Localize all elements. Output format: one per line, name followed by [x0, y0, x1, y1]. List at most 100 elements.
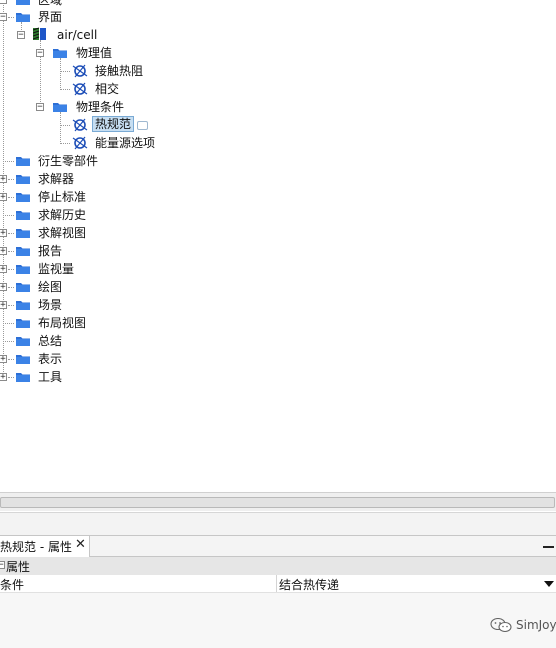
tree-guide-line	[3, 215, 14, 216]
tree-guide-line	[3, 161, 14, 162]
tree-guide-line	[8, 179, 14, 180]
tree-item-derived-parts[interactable]: 衍生零部件	[0, 152, 556, 170]
collapse-toggle[interactable]: −	[36, 103, 44, 112]
tree-item-solution-history[interactable]: 求解历史	[0, 206, 556, 224]
expand-toggle[interactable]: +	[0, 283, 7, 292]
tree-label: 报告	[38, 244, 63, 258]
tree-item-scenes[interactable]: + 场景	[0, 296, 556, 314]
tree-item-interface[interactable]: − 界面	[0, 8, 556, 26]
tree-label: 接触热阻	[95, 64, 144, 78]
tree-item-monitors[interactable]: + 监视量	[0, 260, 556, 278]
properties-empty-area	[0, 593, 556, 648]
tree-guide-line	[8, 17, 14, 18]
tree-item-reports[interactable]: + 报告	[0, 242, 556, 260]
property-value-select[interactable]: 结合热传递	[279, 576, 339, 593]
tree-item-plots[interactable]: + 绘图	[0, 278, 556, 296]
tree-label: 热规范	[92, 116, 135, 132]
collapse-toggle[interactable]: −	[0, 13, 7, 22]
close-icon[interactable]: ✕	[75, 537, 86, 552]
tree-item-summary[interactable]: 总结	[0, 332, 556, 350]
folder-icon	[16, 0, 30, 5]
folder-icon	[16, 265, 30, 274]
tree-item-thermal-spec[interactable]: 热规范	[0, 116, 556, 134]
folder-icon	[16, 373, 30, 382]
collapse-toggle[interactable]: −	[17, 31, 25, 40]
watermark: SimJoy	[490, 616, 556, 634]
tree-item-physics-values[interactable]: − 物理值	[0, 44, 556, 62]
tree-label: 表示	[38, 352, 63, 366]
tree-guide-line	[3, 323, 14, 324]
expand-toggle[interactable]: +	[0, 247, 7, 256]
folder-icon	[16, 157, 30, 166]
panel-splitter[interactable]	[0, 512, 556, 536]
expand-toggle[interactable]: +	[0, 229, 7, 238]
tree-item-stopping-criteria[interactable]: + 停止标准	[0, 188, 556, 206]
expand-toggle[interactable]: +	[0, 373, 7, 382]
folder-icon	[53, 103, 67, 112]
simulation-tree: − 区域 − 界面 − air/cell − 物理值 接触热阻 相交 − 物理条…	[0, 0, 556, 490]
interface-icon	[33, 27, 46, 40]
expand-toggle[interactable]: +	[0, 265, 7, 274]
folder-icon	[16, 175, 30, 184]
folder-icon	[16, 301, 30, 310]
tree-label: 界面	[38, 10, 63, 24]
folder-icon	[16, 355, 30, 364]
collapse-toggle[interactable]: −	[36, 49, 44, 58]
tree-item-representations[interactable]: + 表示	[0, 350, 556, 368]
properties-panel: 热规范 - 属性 ✕ − 属性 条件 结合热传递	[0, 536, 556, 648]
horizontal-scrollbar[interactable]	[0, 492, 556, 511]
properties-section-header[interactable]: − 属性	[0, 557, 556, 576]
physics-value-icon	[72, 64, 88, 78]
tree-label: 物理值	[76, 46, 113, 60]
expand-toggle[interactable]: +	[0, 175, 7, 184]
expand-toggle[interactable]: +	[0, 301, 7, 310]
tree-label: 总结	[38, 334, 63, 348]
tree-item-solvers[interactable]: + 求解器	[0, 170, 556, 188]
watermark-text: SimJoy	[516, 618, 556, 632]
tree-item-physics-conditions[interactable]: − 物理条件	[0, 98, 556, 116]
tree-item-solution-views[interactable]: + 求解视图	[0, 224, 556, 242]
tree-label: air/cell	[57, 28, 98, 42]
tree-label: 物理条件	[76, 100, 125, 114]
property-row-condition[interactable]: 条件 结合热传递	[0, 575, 556, 593]
tree-label: 绘图	[38, 280, 63, 294]
tree-item-contact-resistance[interactable]: 接触热阻	[0, 62, 556, 80]
tree-guide-line	[60, 89, 70, 90]
folder-icon	[16, 337, 30, 346]
folder-icon	[16, 319, 30, 328]
tree-label: 能量源选项	[95, 136, 156, 150]
expand-toggle[interactable]: +	[0, 193, 7, 202]
tree-label: 工具	[38, 370, 63, 384]
expand-toggle[interactable]: +	[0, 355, 7, 364]
tree-guide-line	[8, 233, 14, 234]
folder-icon	[16, 211, 30, 220]
tree-guide-line	[60, 143, 70, 144]
collapse-toggle[interactable]: −	[0, 561, 5, 570]
tree-guide-line	[8, 377, 14, 378]
tree-guide-line	[8, 197, 14, 198]
dropdown-arrow-icon[interactable]	[544, 581, 554, 587]
property-name: 条件	[0, 578, 25, 592]
collapse-toggle[interactable]: −	[0, 0, 7, 5]
tree-label: 求解视图	[38, 226, 87, 240]
tree-item-energy-source-option[interactable]: 能量源选项	[0, 134, 556, 152]
scrollbar-thumb[interactable]	[0, 497, 555, 508]
folder-icon	[16, 193, 30, 202]
tree-label: 区域	[38, 0, 63, 7]
tree-guide-line	[60, 71, 70, 72]
tree-guide-line	[8, 359, 14, 360]
tree-guide-line	[3, 341, 14, 342]
tree-label: 相交	[95, 82, 120, 96]
folder-icon	[53, 49, 67, 58]
folder-icon	[16, 283, 30, 292]
tree-guide-line	[60, 125, 70, 126]
properties-tab[interactable]: 热规范 - 属性 ✕	[0, 536, 90, 557]
minimize-icon[interactable]	[543, 546, 554, 548]
folder-icon	[16, 229, 30, 238]
tree-item-intersect[interactable]: 相交	[0, 80, 556, 98]
tree-item-tools[interactable]: + 工具	[0, 368, 556, 386]
tree-item-air-cell[interactable]: − air/cell	[0, 26, 556, 44]
tree-guide-line	[8, 305, 14, 306]
tree-item-layout-views[interactable]: 布局视图	[0, 314, 556, 332]
tree-label: 求解器	[38, 172, 75, 186]
